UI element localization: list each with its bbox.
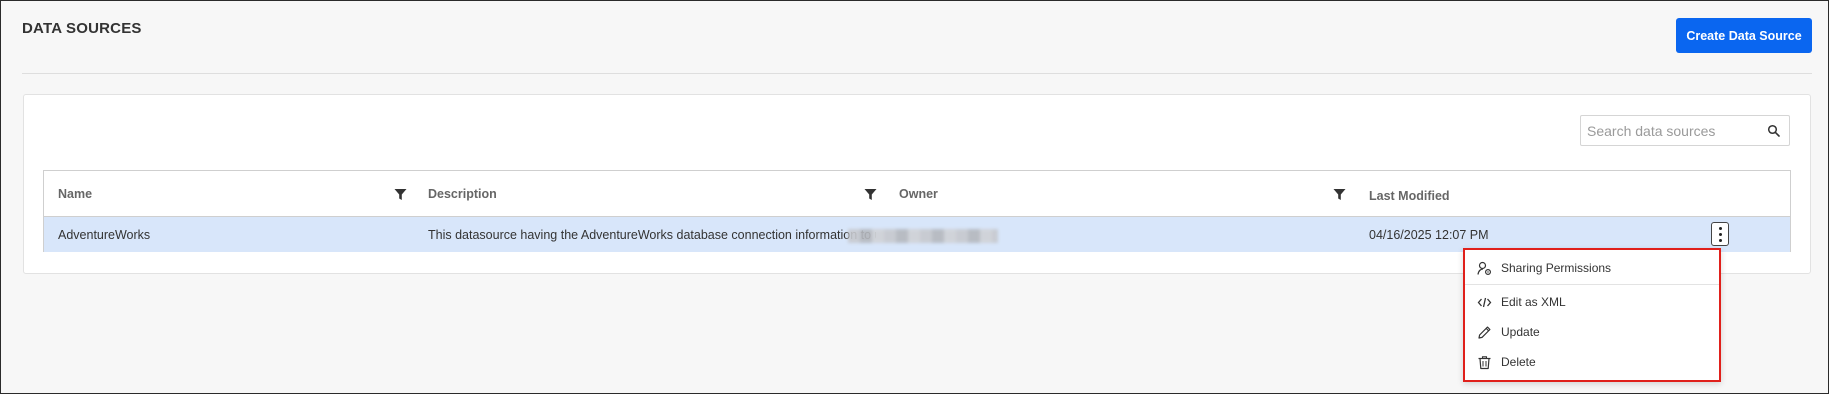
column-header-description[interactable]: Description [428,171,497,217]
filter-icon[interactable] [394,188,407,201]
code-icon [1477,297,1492,308]
column-header-name[interactable]: Name [58,171,92,217]
menu-item-label: Update [1501,325,1540,339]
cell-description: This datasource having the AdventureWork… [428,227,876,242]
grid-header: Name Description Owner Last Modified [44,171,1790,217]
menu-divider [1465,284,1719,285]
cell-last-modified: 04/16/2025 12:07 PM [1369,227,1489,242]
menu-item-label: Sharing Permissions [1501,261,1612,275]
sharing-permissions-icon [1477,261,1492,276]
column-header-last-modified[interactable]: Last Modified [1369,173,1450,219]
filter-icon[interactable] [864,188,877,201]
pencil-icon [1478,326,1491,339]
page-title: DATA SOURCES [22,20,142,37]
row-actions-button[interactable] [1711,222,1729,246]
header-divider [22,73,1812,74]
menu-item-update[interactable]: Update [1465,318,1719,346]
trash-icon [1478,356,1491,370]
create-data-source-button[interactable]: Create Data Source [1676,18,1812,53]
search-input[interactable] [1581,122,1756,139]
menu-item-delete[interactable]: Delete [1465,348,1719,376]
row-context-menu: Sharing Permissions Edit as XML Update D… [1463,248,1721,382]
column-header-owner[interactable]: Owner [899,171,938,217]
filter-icon[interactable] [1333,188,1346,201]
menu-item-label: Edit as XML [1501,295,1566,309]
kebab-dot [1718,238,1722,242]
search-box [1580,115,1790,146]
search-icon[interactable] [1767,124,1781,138]
menu-item-edit-as-xml[interactable]: Edit as XML [1465,288,1719,316]
cell-name: AdventureWorks [58,227,151,242]
menu-item-sharing-permissions[interactable]: Sharing Permissions [1465,254,1719,282]
kebab-dot [1718,226,1722,230]
menu-item-label: Delete [1501,355,1536,369]
kebab-dot [1718,232,1722,236]
owner-blurred-value [848,229,998,243]
